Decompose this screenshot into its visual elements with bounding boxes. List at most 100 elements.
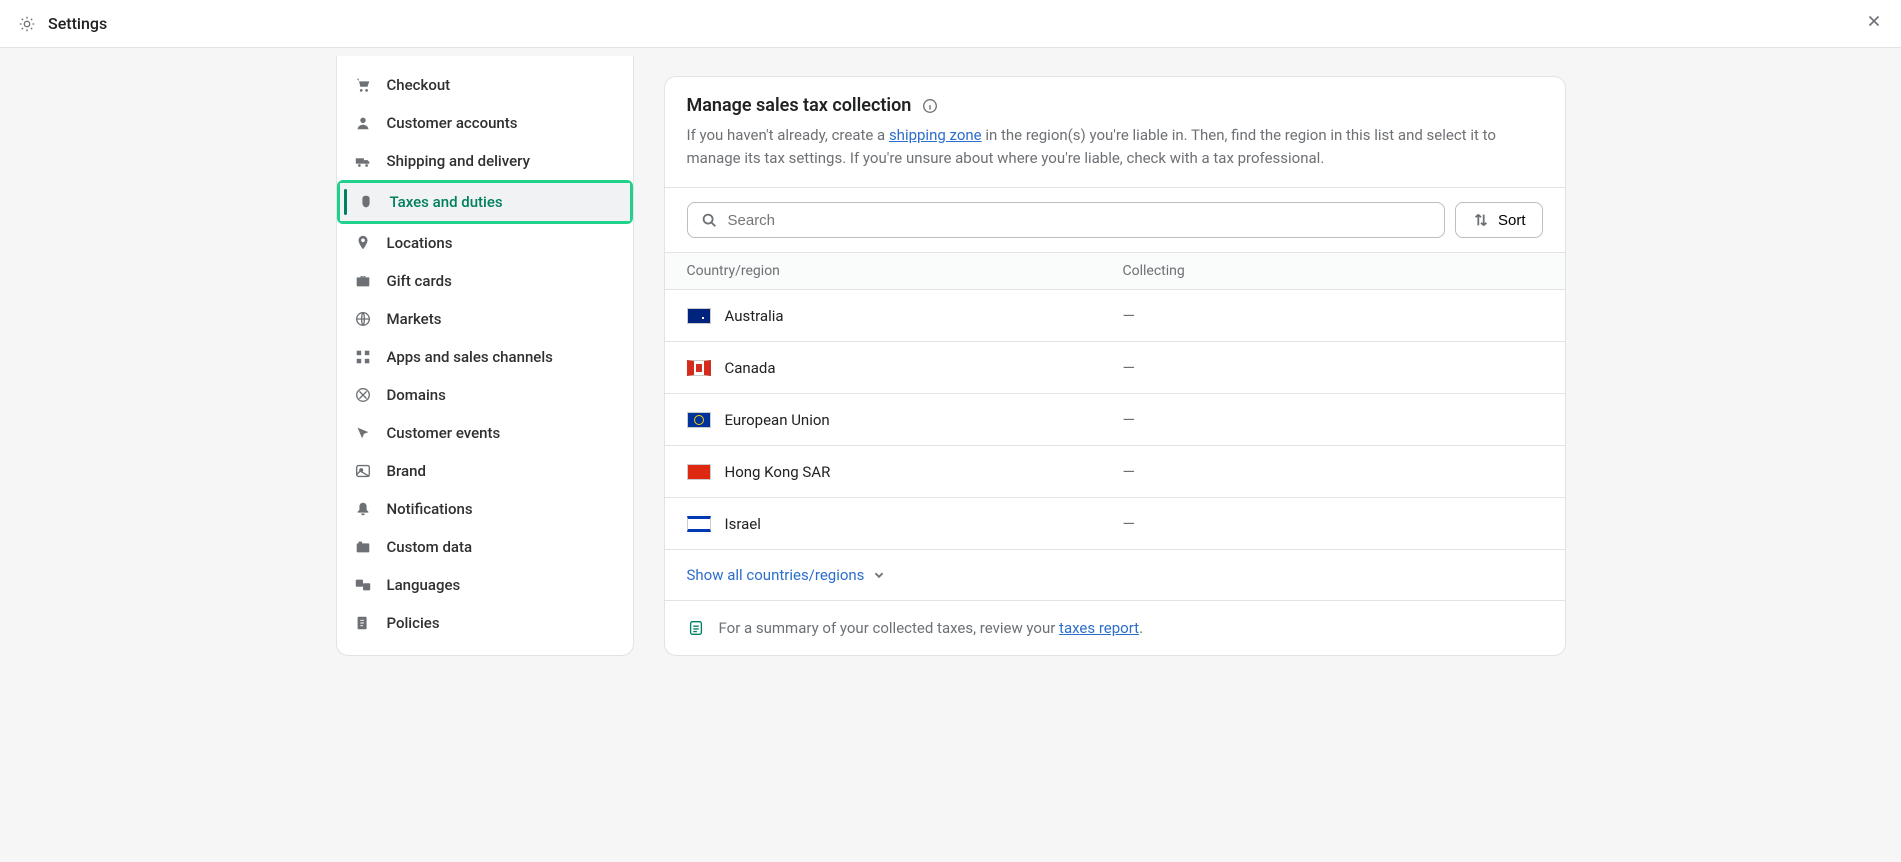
collecting-cell: —	[1123, 462, 1543, 481]
truck-icon	[353, 152, 373, 170]
sidebar-item-shipping[interactable]: Shipping and delivery	[337, 142, 633, 180]
tax-collection-card: Manage sales tax collection If you haven…	[664, 76, 1566, 656]
summary-text: For a summary of your collected taxes, r…	[719, 619, 1144, 637]
table-row[interactable]: Hong Kong SAR —	[665, 446, 1565, 498]
settings-sidebar: Checkout Customer accounts Shipping and …	[336, 56, 634, 656]
top-bar-left: Settings	[18, 14, 107, 33]
info-icon[interactable]	[921, 97, 939, 115]
sidebar-item-notifications[interactable]: Notifications	[337, 490, 633, 528]
sidebar-item-customer-events[interactable]: Customer events	[337, 414, 633, 452]
sidebar-item-domains[interactable]: Domains	[337, 376, 633, 414]
policies-icon	[353, 614, 373, 632]
taxes-report-link[interactable]: taxes report	[1059, 619, 1139, 637]
sidebar-item-taxes[interactable]: Taxes and duties	[340, 183, 630, 221]
sidebar-item-label: Domains	[387, 386, 446, 404]
table-row[interactable]: Israel —	[665, 498, 1565, 550]
country-cell: European Union	[687, 411, 1123, 429]
flag-icon	[687, 412, 711, 428]
search-box[interactable]	[687, 202, 1445, 238]
collecting-cell: —	[1123, 306, 1543, 325]
sidebar-item-languages[interactable]: Languages	[337, 566, 633, 604]
page-title: Settings	[48, 14, 107, 33]
settings-top-bar: Settings	[0, 0, 1901, 48]
search-input[interactable]	[728, 212, 1432, 229]
settings-layout: Checkout Customer accounts Shipping and …	[336, 56, 1566, 656]
sidebar-item-locations[interactable]: Locations	[337, 224, 633, 262]
report-icon	[687, 619, 705, 637]
highlight-annotation: Taxes and duties	[337, 180, 633, 224]
sidebar-item-checkout[interactable]: Checkout	[337, 66, 633, 104]
country-cell: Hong Kong SAR	[687, 463, 1123, 481]
country-name: Canada	[725, 359, 776, 377]
sidebar-item-label: Languages	[387, 576, 461, 594]
chevron-down-icon	[870, 566, 888, 584]
cart-icon	[353, 76, 373, 94]
image-icon	[353, 462, 373, 480]
sort-button[interactable]: Sort	[1455, 202, 1543, 238]
sidebar-item-gift-cards[interactable]: Gift cards	[337, 262, 633, 300]
table-body: Australia — Canada — European Union — Ho…	[665, 290, 1565, 550]
flag-icon	[687, 360, 711, 376]
sidebar-item-label: Customer events	[387, 424, 501, 442]
sort-label: Sort	[1498, 212, 1526, 229]
shipping-zone-link[interactable]: shipping zone	[889, 126, 982, 144]
country-cell: Canada	[687, 359, 1123, 377]
content-wrap: Checkout Customer accounts Shipping and …	[0, 48, 1901, 656]
taxes-icon	[356, 193, 376, 211]
sidebar-item-brand[interactable]: Brand	[337, 452, 633, 490]
sidebar-item-label: Shipping and delivery	[387, 152, 530, 170]
summary-before: For a summary of your collected taxes, r…	[719, 619, 1060, 637]
gift-icon	[353, 272, 373, 290]
gear-icon	[18, 15, 36, 33]
pin-icon	[353, 234, 373, 252]
close-button[interactable]	[1865, 12, 1883, 35]
translate-icon	[353, 576, 373, 594]
sidebar-item-policies[interactable]: Policies	[337, 604, 633, 642]
cursor-icon	[353, 424, 373, 442]
table-row[interactable]: Canada —	[665, 342, 1565, 394]
country-cell: Israel	[687, 515, 1123, 533]
bell-icon	[353, 500, 373, 518]
data-icon	[353, 538, 373, 556]
show-all-link[interactable]: Show all countries/regions	[665, 550, 1565, 601]
search-icon	[700, 211, 718, 229]
sidebar-item-label: Notifications	[387, 500, 473, 518]
sidebar-item-label: Taxes and duties	[390, 193, 503, 211]
country-name: Australia	[725, 307, 784, 325]
table-row[interactable]: European Union —	[665, 394, 1565, 446]
card-title: Manage sales tax collection	[687, 95, 912, 116]
main-content: Manage sales tax collection If you haven…	[664, 56, 1566, 656]
table-header: Country/region Collecting	[665, 252, 1565, 290]
sidebar-item-label: Brand	[387, 462, 426, 480]
globe-icon	[353, 310, 373, 328]
summary-row: For a summary of your collected taxes, r…	[665, 601, 1565, 655]
summary-after: .	[1139, 619, 1143, 637]
domain-icon	[353, 386, 373, 404]
flag-icon	[687, 464, 711, 480]
apps-icon	[353, 348, 373, 366]
sidebar-item-customer-accounts[interactable]: Customer accounts	[337, 104, 633, 142]
column-collecting: Collecting	[1123, 263, 1543, 279]
card-description: If you haven't already, create a shippin…	[687, 124, 1543, 169]
sidebar-item-label: Locations	[387, 234, 453, 252]
column-country: Country/region	[687, 263, 1123, 279]
sort-icon	[1472, 211, 1490, 229]
flag-icon	[687, 308, 711, 324]
sidebar-item-label: Markets	[387, 310, 442, 328]
table-row[interactable]: Australia —	[665, 290, 1565, 342]
flag-icon	[687, 516, 711, 532]
sidebar-item-apps[interactable]: Apps and sales channels	[337, 338, 633, 376]
desc-text-before: If you haven't already, create a	[687, 126, 889, 144]
card-title-row: Manage sales tax collection	[687, 95, 1543, 116]
person-icon	[353, 114, 373, 132]
sidebar-item-label: Checkout	[387, 76, 451, 94]
sidebar-item-markets[interactable]: Markets	[337, 300, 633, 338]
sidebar-item-label: Apps and sales channels	[387, 348, 553, 366]
country-cell: Australia	[687, 307, 1123, 325]
card-header: Manage sales tax collection If you haven…	[665, 77, 1565, 188]
country-name: European Union	[725, 411, 830, 429]
sidebar-item-label: Policies	[387, 614, 440, 632]
sidebar-item-custom-data[interactable]: Custom data	[337, 528, 633, 566]
search-sort-row: Sort	[665, 188, 1565, 252]
collecting-cell: —	[1123, 514, 1543, 533]
